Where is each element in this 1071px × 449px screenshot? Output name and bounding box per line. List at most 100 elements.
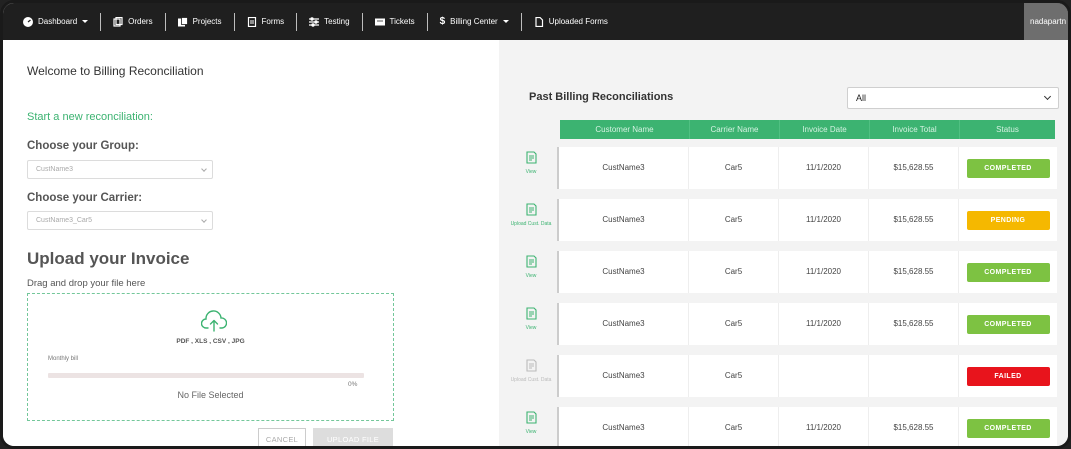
receipt-icon <box>525 203 537 216</box>
top-navbar: Dashboard Orders Projects Forms Testing … <box>3 3 1068 40</box>
nav-dashboard[interactable]: Dashboard <box>11 11 100 33</box>
status-cell: COMPLETED <box>959 251 1057 293</box>
receipt-icon <box>525 255 537 268</box>
status-badge[interactable]: COMPLETED <box>966 418 1050 438</box>
nav-label: Testing <box>324 17 350 26</box>
selected-file-name: No File Selected <box>177 390 244 400</box>
column-header[interactable]: Invoice Total <box>870 120 960 139</box>
nav-label: Forms <box>261 17 285 26</box>
nav-label: Orders <box>128 17 153 26</box>
nav-tickets[interactable]: Tickets <box>363 11 427 33</box>
status-badge[interactable]: COMPLETED <box>966 262 1050 282</box>
column-header[interactable]: Invoice Date <box>780 120 870 139</box>
chevron-down-icon <box>1043 92 1052 101</box>
row-action-label: Upload Cust. Data <box>510 221 552 227</box>
row-card: CustName3 Car5 11/1/2020 $15,628.55 COMP… <box>557 147 1057 189</box>
table-row: Upload Cust. Data CustName3 Car5 FAILED <box>505 355 1057 397</box>
cloud-upload-icon <box>201 310 227 332</box>
user-menu[interactable]: nadapartn <box>1024 3 1068 40</box>
invoice-total-cell: $15,628.55 <box>869 147 959 189</box>
row-action[interactable]: View <box>505 251 557 293</box>
row-action-label: View <box>525 429 537 435</box>
customer-cell: CustName3 <box>559 355 689 397</box>
invoice-total-cell: $15,628.55 <box>869 251 959 293</box>
status-cell: COMPLETED <box>959 147 1057 189</box>
past-reconciliations-panel: Past Billing Reconciliations All Custome… <box>499 40 1068 446</box>
row-action[interactable]: View <box>505 407 557 446</box>
nav-testing[interactable]: Testing <box>297 11 361 33</box>
invoice-date-cell: 11/1/2020 <box>779 303 869 345</box>
invoice-total-cell: $15,628.55 <box>869 303 959 345</box>
status-filter-select[interactable]: All <box>847 87 1059 109</box>
invoice-total-cell <box>869 355 959 397</box>
status-badge[interactable]: COMPLETED <box>966 314 1050 334</box>
table-header: Customer Name Carrier Name Invoice Date … <box>560 120 1055 139</box>
upload-file-button[interactable]: UPLOAD FILE <box>313 428 393 446</box>
row-card: CustName3 Car5 11/1/2020 $15,628.55 PEND… <box>557 199 1057 241</box>
nav-label: Projects <box>192 17 222 26</box>
row-card: CustName3 Car5 FAILED <box>557 355 1057 397</box>
customer-cell: CustName3 <box>559 251 689 293</box>
receipt-icon <box>525 307 537 320</box>
column-header[interactable]: Customer Name <box>560 120 690 139</box>
row-card: CustName3 Car5 11/1/2020 $15,628.55 COMP… <box>557 303 1057 345</box>
nav-billing-center[interactable]: $ Billing Center <box>428 11 521 33</box>
row-action[interactable]: Upload Cust. Data <box>505 355 557 397</box>
status-cell: COMPLETED <box>959 407 1057 446</box>
nav-projects[interactable]: Projects <box>166 11 234 33</box>
chevron-down-icon <box>201 166 207 172</box>
cancel-button[interactable]: CANCEL <box>258 428 306 446</box>
app-window: Dashboard Orders Projects Forms Testing … <box>0 0 1071 449</box>
invoice-date-cell: 11/1/2020 <box>779 199 869 241</box>
upload-title: Upload your Invoice <box>27 249 190 268</box>
nav-uploaded-forms[interactable]: Uploaded Forms <box>522 11 620 33</box>
projects-icon <box>177 16 188 26</box>
invoice-total-cell: $15,628.55 <box>869 199 959 241</box>
receipt-icon <box>525 411 537 424</box>
carrier-cell: Car5 <box>689 251 779 293</box>
column-header[interactable]: Status <box>960 120 1055 139</box>
status-badge[interactable]: COMPLETED <box>966 158 1050 178</box>
carrier-select-value: CustName3_Car5 <box>36 217 93 224</box>
carrier-select[interactable]: CustName3_Car5 <box>27 211 213 230</box>
customer-cell: CustName3 <box>559 407 689 446</box>
carrier-cell: Car5 <box>689 407 779 446</box>
status-badge[interactable]: PENDING <box>966 210 1050 230</box>
receipt-icon <box>525 151 537 164</box>
row-action-label: Upload Cust. Data <box>510 377 552 383</box>
page-title: Welcome to Billing Reconciliation <box>27 64 204 78</box>
row-action[interactable]: Upload Cust. Data <box>505 199 557 241</box>
chevron-down-icon <box>201 217 207 223</box>
status-cell: FAILED <box>959 355 1057 397</box>
status-cell: COMPLETED <box>959 303 1057 345</box>
nav-label: Billing Center <box>450 17 498 26</box>
carrier-cell: Car5 <box>689 199 779 241</box>
table-row: Upload Cust. Data CustName3 Car5 11/1/20… <box>505 199 1057 241</box>
row-card: CustName3 Car5 11/1/2020 $15,628.55 COMP… <box>557 407 1057 446</box>
carrier-cell: Car5 <box>689 303 779 345</box>
group-select[interactable]: CustName3 <box>27 160 213 179</box>
uploaded-forms-icon <box>535 16 543 27</box>
status-badge[interactable]: FAILED <box>966 366 1050 386</box>
table-row: View CustName3 Car5 11/1/2020 $15,628.55… <box>505 147 1057 189</box>
nav-orders[interactable]: Orders <box>101 11 164 33</box>
file-type-label: Monthly bill <box>48 356 79 362</box>
new-reconciliation-panel: Welcome to Billing Reconciliation Start … <box>3 40 495 446</box>
file-dropzone[interactable]: PDF , XLS , CSV , JPG Monthly bill 0% No… <box>27 293 394 421</box>
status-filter-value: All <box>856 93 867 103</box>
caret-down-icon <box>82 20 89 23</box>
dollar-icon: $ <box>439 16 446 27</box>
past-reconciliations-title: Past Billing Reconciliations <box>529 91 674 103</box>
nav-label: Uploaded Forms <box>548 17 608 26</box>
row-action[interactable]: View <box>505 303 557 345</box>
nav-forms[interactable]: Forms <box>235 11 297 33</box>
column-header[interactable]: Carrier Name <box>690 120 780 139</box>
receipt-icon <box>525 359 537 372</box>
invoice-date-cell: 11/1/2020 <box>779 251 869 293</box>
row-action[interactable]: View <box>505 147 557 189</box>
upload-progress-percent: 0% <box>348 381 358 388</box>
carrier-cell: Car5 <box>689 355 779 397</box>
table-row: View CustName3 Car5 11/1/2020 $15,628.55… <box>505 407 1057 446</box>
forms-icon <box>247 16 256 27</box>
invoice-date-cell <box>779 355 869 397</box>
